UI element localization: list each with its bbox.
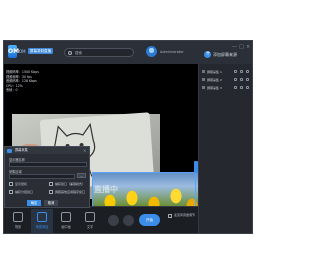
name-field[interactable] bbox=[9, 162, 87, 167]
visibility-icon[interactable] bbox=[234, 86, 237, 89]
pip-icon bbox=[61, 212, 71, 222]
close-icon[interactable]: × bbox=[246, 45, 251, 50]
maximize-icon[interactable]: □ bbox=[239, 45, 244, 50]
user-name[interactable]: Administrator bbox=[160, 50, 184, 54]
text-icon bbox=[85, 212, 95, 222]
settings-button[interactable] bbox=[123, 215, 134, 226]
lock-icon[interactable] bbox=[240, 86, 243, 89]
browse-button[interactable]: ... bbox=[77, 173, 86, 178]
selection-frame[interactable] bbox=[92, 172, 196, 206]
tool-label: 文字 bbox=[86, 225, 94, 229]
tool-pip[interactable]: 画中画 bbox=[55, 209, 77, 233]
capture-icon bbox=[7, 148, 12, 153]
stat-line: 视频码率：1500 Kbps bbox=[6, 70, 39, 74]
tool-label: 来源添加 bbox=[35, 225, 49, 229]
record-button[interactable] bbox=[108, 215, 119, 226]
visibility-icon[interactable] bbox=[234, 70, 237, 73]
close-icon[interactable]: × bbox=[83, 147, 86, 154]
source-icon bbox=[37, 212, 47, 222]
option-checkbox[interactable] bbox=[49, 182, 53, 186]
dialog-title: 屏幕采集 bbox=[5, 147, 89, 154]
option-label: 捕获分层窗口 bbox=[15, 190, 34, 194]
mic-checkbox[interactable] bbox=[168, 214, 172, 218]
mic-label: 麦克风音量调节 bbox=[174, 213, 196, 217]
search-box[interactable]: 搜索 bbox=[64, 48, 134, 57]
avatar[interactable] bbox=[146, 46, 157, 57]
add-source-label[interactable]: 添加屏幕来源 bbox=[213, 52, 237, 58]
scene-label: 屏幕采集 3 bbox=[207, 85, 222, 90]
scene-icon bbox=[202, 70, 205, 73]
add-source-icon[interactable] bbox=[204, 50, 211, 58]
list-item[interactable]: 屏幕采集 3 bbox=[199, 84, 253, 91]
brand-badge: 屏幕录制直播 bbox=[28, 48, 53, 54]
search-icon bbox=[68, 50, 72, 55]
visibility-icon[interactable] bbox=[234, 78, 237, 81]
tool-label: 画中画 bbox=[61, 225, 71, 229]
scene-label: 屏幕采集 2 bbox=[207, 77, 222, 82]
tool-scene[interactable]: 场景 bbox=[7, 209, 29, 233]
minimize-icon[interactable]: — bbox=[232, 45, 237, 50]
lock-icon[interactable] bbox=[240, 78, 243, 81]
scene-icon bbox=[13, 212, 23, 222]
list-item[interactable]: 屏幕采集 1 bbox=[199, 68, 253, 75]
area-field[interactable] bbox=[9, 174, 75, 179]
bottom-toolbar: 场景 来源添加 画中画 文字 开始 麦克风音量调节 bbox=[4, 206, 198, 233]
scene-icon bbox=[202, 78, 205, 81]
delete-icon[interactable] bbox=[246, 86, 249, 89]
tool-source[interactable]: 来源添加 bbox=[31, 209, 53, 233]
list-item[interactable]: 屏幕采集 2 bbox=[199, 76, 253, 83]
delete-icon[interactable] bbox=[246, 70, 249, 73]
option-label: 捕获窗口（兼容模式） bbox=[55, 182, 86, 186]
scene-list: 屏幕采集 1 屏幕采集 2 屏幕采集 3 bbox=[198, 64, 252, 233]
stat-line: 丢帧：0 bbox=[6, 88, 18, 93]
tool-text[interactable]: 文字 bbox=[79, 209, 101, 233]
search-placeholder: 搜索 bbox=[75, 50, 82, 55]
brand-text: OM bbox=[19, 49, 26, 54]
ok-button[interactable]: 确定 bbox=[27, 200, 41, 206]
scene-label: 屏幕采集 1 bbox=[207, 69, 222, 74]
option-checkbox[interactable] bbox=[49, 190, 53, 194]
option-label: 屏蔽其他应用程序窗口 bbox=[55, 190, 86, 194]
option-checkbox[interactable] bbox=[9, 190, 13, 194]
lock-icon[interactable] bbox=[240, 70, 243, 73]
tool-label: 场景 bbox=[14, 225, 22, 229]
browse-label: ... bbox=[80, 173, 83, 178]
cancel-button[interactable]: 取消 bbox=[44, 200, 58, 206]
app-logo: OM bbox=[8, 45, 19, 58]
delete-icon[interactable] bbox=[246, 78, 249, 81]
option-checkbox[interactable] bbox=[9, 182, 13, 186]
scene-icon bbox=[202, 86, 205, 89]
option-label: 显示鼠标 bbox=[15, 182, 28, 186]
stream-stats: 视频码率：1500 Kbps 视频帧率：30 fps 音频码率：128 Kbps… bbox=[6, 70, 39, 93]
start-button[interactable]: 开始 bbox=[139, 214, 160, 226]
